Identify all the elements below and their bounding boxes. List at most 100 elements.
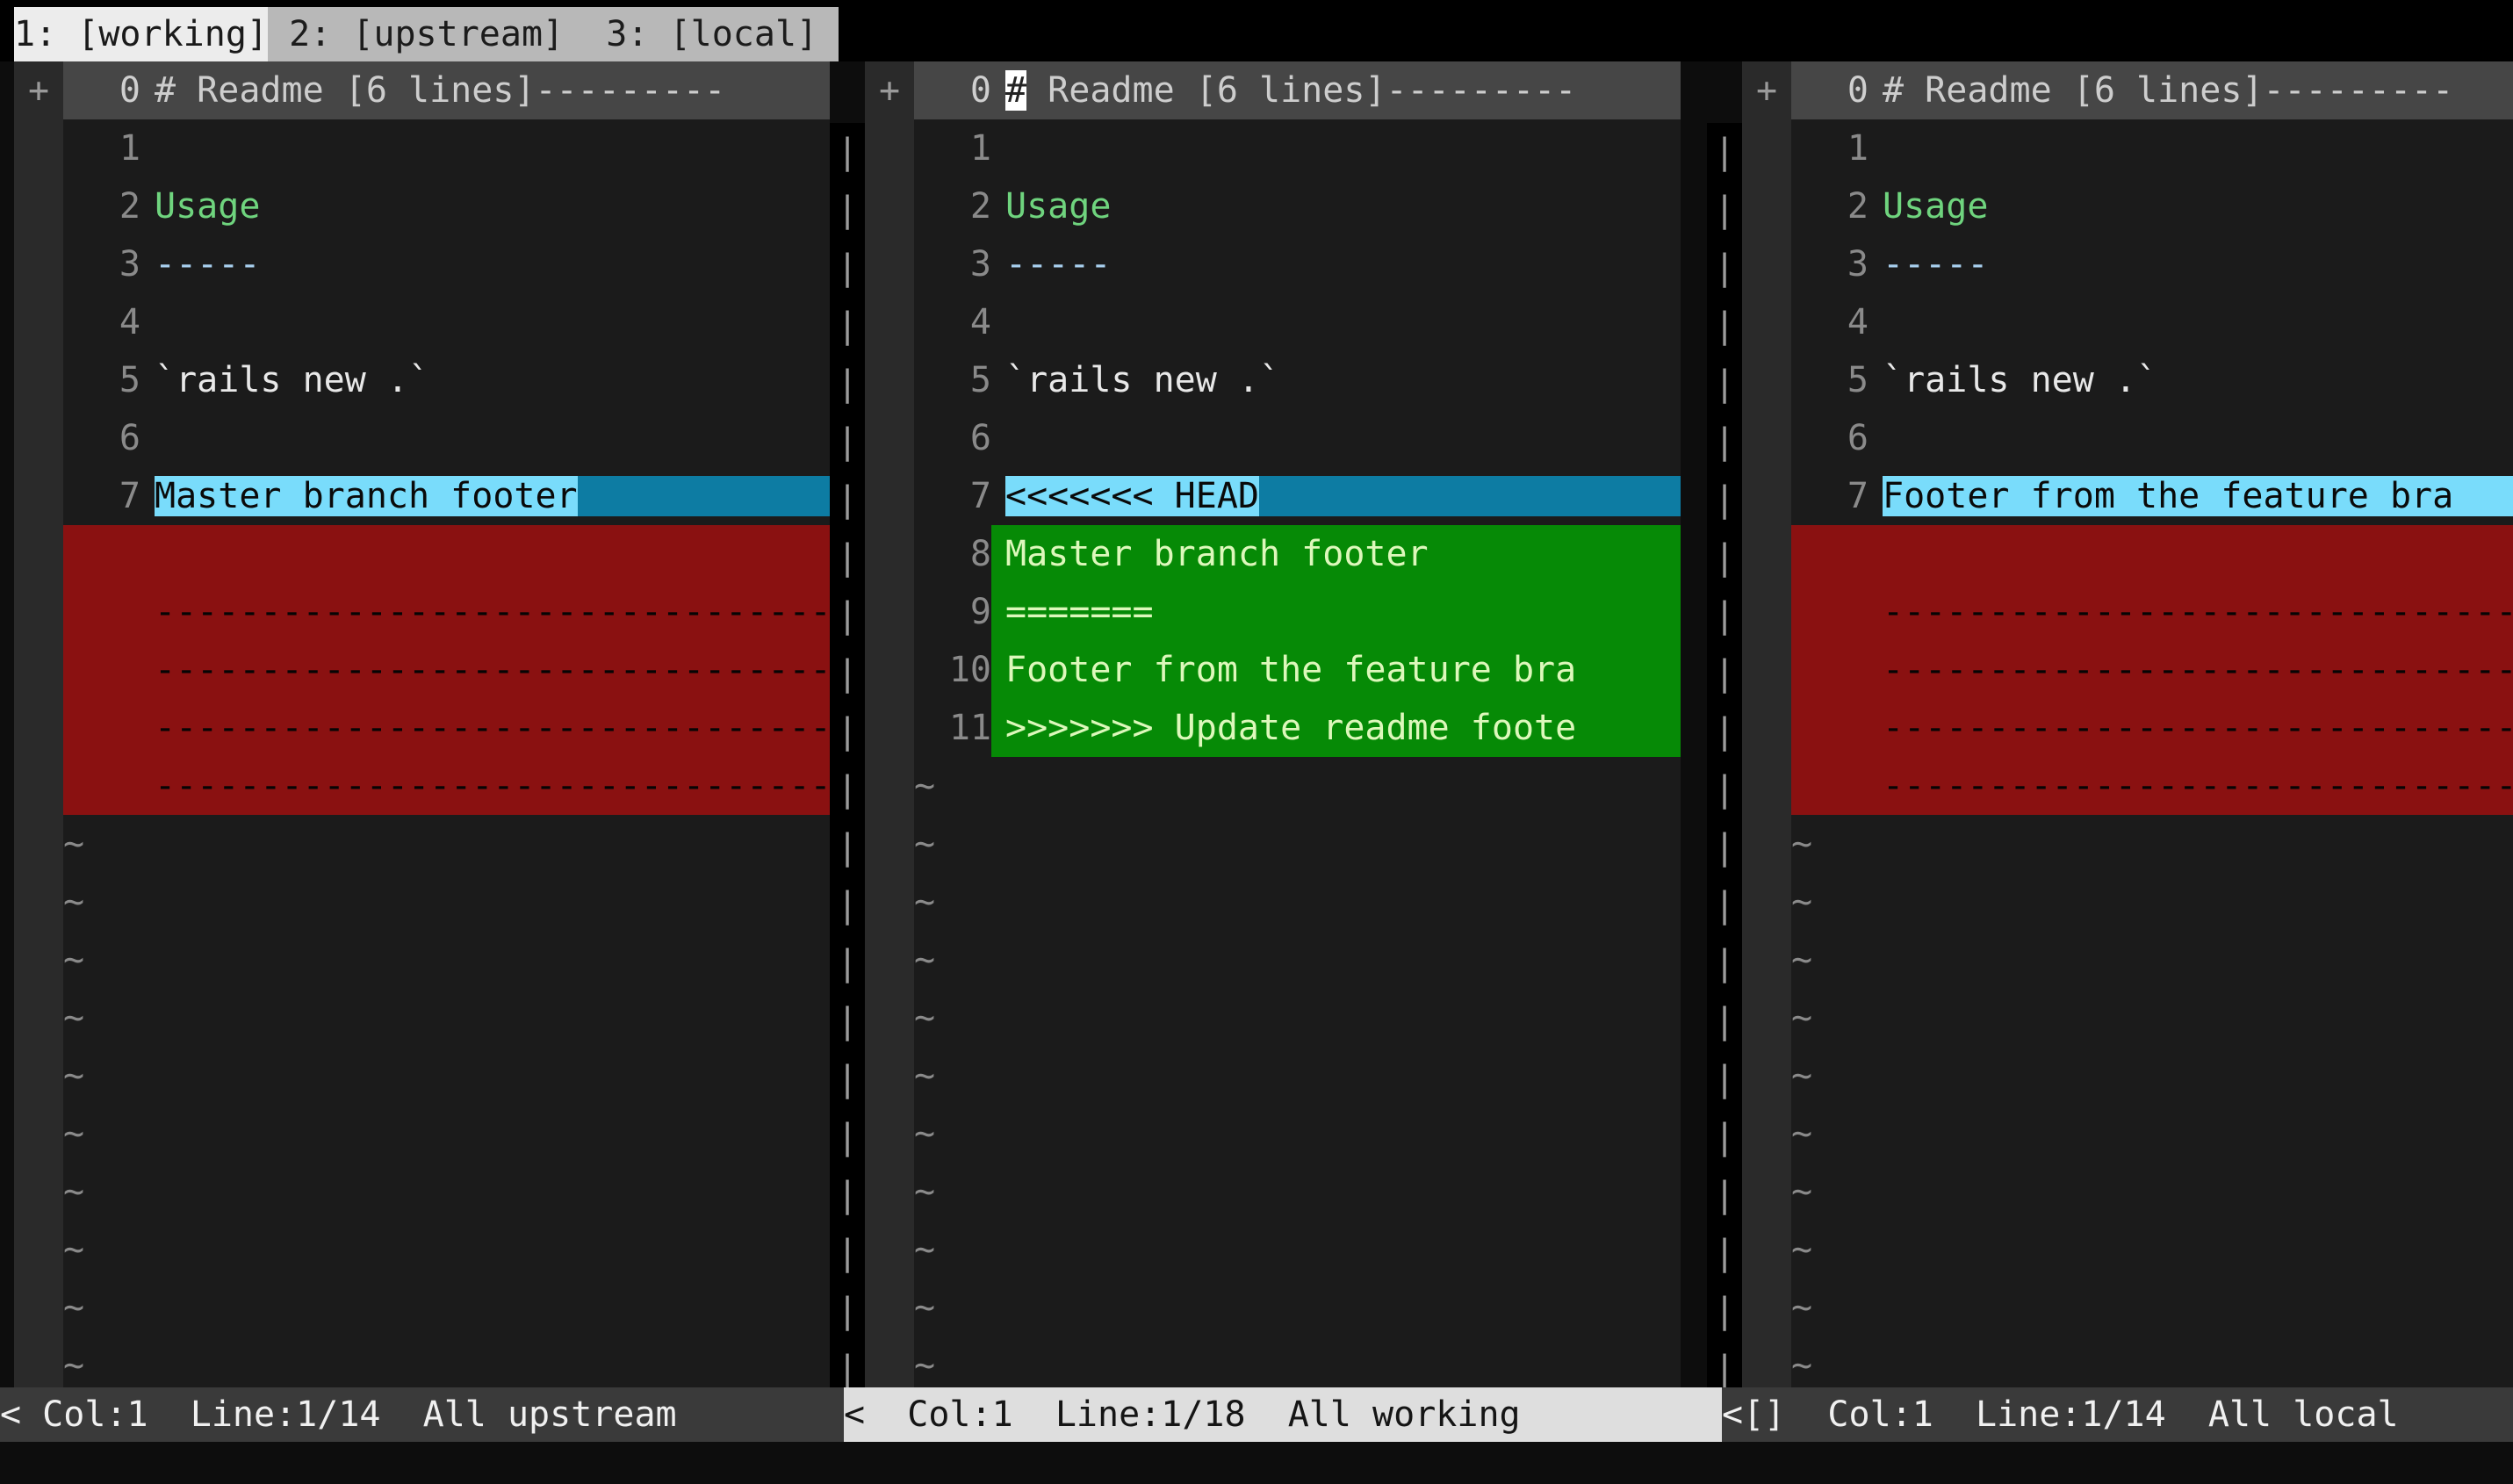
line-number: 6 [914,409,991,467]
line-text: Footer from the feature bra [1883,467,2513,525]
text-row[interactable]: 4 [1791,293,2513,351]
empty-line-row: ~ [914,757,1681,815]
code-text: `rails new .` [1005,360,1280,400]
text-row[interactable]: 7Master branch footer [63,467,830,525]
pane-upstream[interactable]: + 0# Readme [6 lines]---------12Usage3--… [14,61,830,1387]
text-row[interactable]: 1 [63,119,830,177]
line-text: <<<<<<< HEAD [1005,467,1681,525]
diff-panes: + 0# Readme [6 lines]---------12Usage3--… [0,61,2513,1387]
empty-line-row: ~ [1791,815,2513,873]
text-row[interactable]: 6 [63,409,830,467]
line-text: ----------------------------------------… [155,641,830,699]
text-row[interactable]: 6 [1791,409,2513,467]
pane-working-body[interactable]: 0# Readme [6 lines]---------12Usage3 ----… [914,61,1681,1387]
empty-line-row: ~ [1791,1105,2513,1163]
text-row[interactable]: 1 [914,119,1681,177]
fold-column-working[interactable]: + [865,61,914,1387]
diff-highlight: Master branch footer [1005,534,1429,574]
text-row[interactable]: 11 >>>>>>> Update readme foote [914,699,1681,757]
text-row[interactable]: 1 [1791,119,2513,177]
tilde-marker: ~ [914,1105,1681,1163]
empty-line-row: ~ [63,989,830,1047]
line-number: 11 [914,699,991,757]
text-row[interactable]: 5`rails new .` [1791,351,2513,409]
separator-glyph: | [1707,1166,1742,1224]
diff-filler-row: ----------------------------------------… [1791,757,2513,815]
empty-line-row: ~ [914,873,1681,931]
text-row[interactable]: 3 ----- [914,235,1681,293]
fold-row[interactable]: 0# Readme [6 lines]--------- [1791,61,2513,119]
pane-local[interactable]: + 0# Readme [6 lines]---------12Usage3--… [1742,61,2513,1387]
separator-glyph: | [830,1224,865,1282]
text-row[interactable]: 2Usage [1791,177,2513,235]
line-text: ----------------------------------------… [155,699,830,757]
line-number: 4 [1791,293,1869,351]
text-row[interactable]: 7<<<<<<< HEAD [914,467,1681,525]
tilde-marker: ~ [914,989,1681,1047]
empty-line-row: ~ [1791,1279,2513,1336]
terminal-screen: 1: [working] 2: [upstream] 3: [local] + … [0,0,2513,1484]
line-number: 9 [914,583,991,641]
separator-glyph: | [830,529,865,587]
pane-local-body[interactable]: 0# Readme [6 lines]---------12Usage3----… [1791,61,2513,1387]
text-row[interactable]: 2Usage [63,177,830,235]
tab-working[interactable]: 1: [working] [14,7,268,61]
text-row[interactable]: 3----- [63,235,830,293]
empty-line-row: ~ [63,1105,830,1163]
text-row[interactable]: 4 [914,293,1681,351]
tilde-marker: ~ [1791,1221,2513,1279]
diff-fill [1429,534,1681,574]
text-row[interactable]: 3----- [1791,235,2513,293]
text-row[interactable]: 8Master branch footer [914,525,1681,583]
separator-glyph: | [1707,645,1742,702]
text-row[interactable]: 9======= [914,583,1681,641]
fold-column-local[interactable]: + [1742,61,1791,1387]
diff-filler-row: ----------------------------------------… [63,757,830,815]
text-row[interactable]: 2Usage [914,177,1681,235]
line-text: ----------------------------------------… [1883,699,2513,757]
empty-line-row: ~ [914,1163,1681,1221]
pane-working[interactable]: + 0# Readme [6 lines]---------12Usage3 --… [865,61,1681,1387]
tilde-marker: ~ [1791,1105,2513,1163]
fold-sign-icon[interactable]: + [1742,61,1791,119]
diff-fill [2453,476,2513,516]
fold-column-upstream[interactable]: + [14,61,63,1387]
fold-sign-icon[interactable]: + [14,61,63,119]
text-row[interactable]: 10Footer from the feature bra [914,641,1681,699]
tab-upstream-local[interactable]: 2: [upstream] 3: [local] [268,7,839,61]
line-number: 3 [914,235,991,293]
line-number: 4 [63,293,140,351]
diff-highlight: Footer from the feature bra [1883,476,2453,516]
line-text: ----- [1883,235,2513,293]
line-number: 1 [1791,119,1869,177]
empty-line-row: ~ [63,931,830,989]
diff-highlight: Footer from the feature bra [1005,650,1576,690]
text-row[interactable]: 5`rails new .` [914,351,1681,409]
line-text: `rails new .` [1005,351,1681,409]
fold-sign-icon[interactable]: + [865,61,914,119]
empty-line-row: ~ [63,1047,830,1105]
line-text: # Readme [6 lines]--------- [1005,61,1681,119]
text-row[interactable]: 7Footer from the feature bra [1791,467,2513,525]
tilde-marker: ~ [914,757,1681,815]
empty-line-row: ~ [914,815,1681,873]
tilde-marker: ~ [914,1221,1681,1279]
text-row[interactable]: 4 [63,293,830,351]
empty-line-row: ~ [914,1336,1681,1387]
empty-line-row: ~ [914,931,1681,989]
diff-highlight: >>>>>>> Update readme foote [1005,708,1576,748]
text-row[interactable]: 6 [914,409,1681,467]
pane-upstream-body[interactable]: 0# Readme [6 lines]---------12Usage3----… [63,61,830,1387]
separator-glyph: | [1707,1224,1742,1282]
separator-glyph: | [830,702,865,760]
text-row[interactable]: 5`rails new .` [63,351,830,409]
code-text: ----- [1005,244,1111,285]
fold-row[interactable]: 0# Readme [6 lines]--------- [914,61,1681,119]
separator-glyph: | [830,876,865,934]
separator-glyph: | [1707,760,1742,818]
empty-line-row: ~ [1791,1336,2513,1387]
line-number: 1 [63,119,140,177]
diff-fill [1576,650,1681,690]
separator-glyph: | [1707,876,1742,934]
fold-row[interactable]: 0# Readme [6 lines]--------- [63,61,830,119]
